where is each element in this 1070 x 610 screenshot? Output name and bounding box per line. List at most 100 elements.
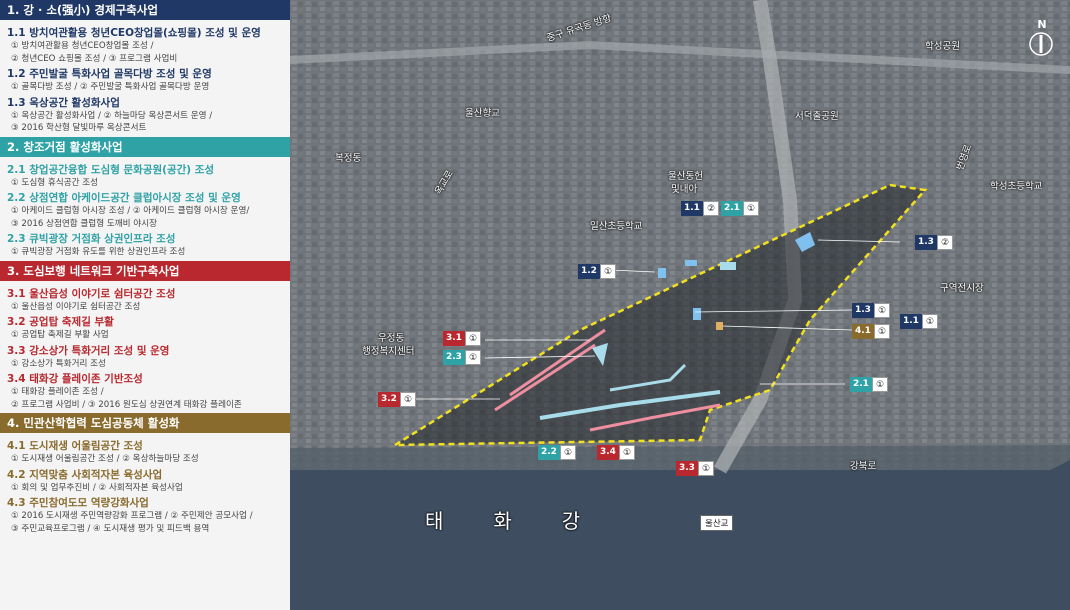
- tag-number: 1.1: [900, 314, 922, 329]
- item-title: 2.1 창업공간융합 도심형 문화공원(공간) 조성: [7, 163, 215, 176]
- item-detail: ① 도시재생 어울림공간 조성 / ② 옥상하늘마당 조성: [11, 454, 199, 464]
- compass-n: N: [1037, 18, 1047, 31]
- project-tag: 1.1 ②: [681, 201, 720, 216]
- item-detail: ① 태화강 플레이존 조성 /: [11, 387, 104, 397]
- section-body-1: 1.1 방치여관활용 청년CEO창업몰(쇼핑몰) 조성 및 운영 ① 방치여관활용…: [0, 20, 290, 137]
- ujeong-center-label: 행정복지센터: [362, 346, 415, 357]
- section-header-4: 4. 민관산학협력 도심공동체 활성화: [0, 413, 290, 433]
- marker-1-1-2: [685, 260, 697, 266]
- tag-number: 2.3: [443, 350, 465, 365]
- item-detail: ③ 2016 학산형 달빛마루 옥상콘서트: [11, 123, 147, 133]
- bridge-label: 울산교: [700, 515, 734, 531]
- tag-sub: ①: [921, 314, 939, 329]
- project-tag: 1.3 ②: [915, 235, 954, 250]
- tag-sub: ①: [399, 392, 417, 407]
- tag-number: 2.1: [721, 201, 743, 216]
- tag-number: 4.1: [852, 324, 874, 339]
- legend-panel: 1. 강 · 소(强小) 경제구축사업 1.1 방치여관활용 청년CEO창업몰(쇼…: [0, 0, 290, 610]
- item-title: 1.3 옥상공간 활성화사업: [7, 96, 120, 109]
- tag-sub: ②: [702, 201, 720, 216]
- tag-number: 3.1: [443, 331, 465, 346]
- item-detail: ① 공업탑 축제길 부활 사업: [11, 330, 109, 340]
- tag-number: 1.3: [915, 235, 937, 250]
- project-tag: 3.4 ①: [597, 445, 636, 460]
- tag-number: 2.1: [850, 377, 872, 392]
- tag-sub: ①: [873, 303, 891, 318]
- ilsan-school-label: 일산초등학교: [590, 221, 643, 232]
- tag-number: 3.4: [597, 445, 619, 460]
- item-title: 4.2 지역맞춤 사회적자본 육성사업: [7, 468, 163, 481]
- marker-1-2-1: [658, 268, 666, 278]
- item-title: 1.1 방치여관활용 청년CEO창업몰(쇼핑몰) 조성 및 운영: [7, 27, 261, 39]
- item-detail: ① 회의 및 업무추진비 / ② 사회적자본 육성사업: [11, 482, 183, 493]
- project-tag: 3.3 ①: [676, 461, 715, 476]
- item-title: 4.1 도시재생 어울림공간 조성: [7, 440, 143, 452]
- item-title: 1.2 주민발굴 특화사업 골목다방 조성 및 운영: [7, 68, 212, 80]
- item-title: 3.3 강소상가 특화거리 조성 및 운영: [7, 344, 170, 357]
- item-title: 3.4 태화강 플레이존 기반조성: [7, 373, 143, 385]
- marker-4-1-1: [716, 322, 723, 330]
- tag-number: 1.3: [852, 303, 874, 318]
- tag-sub: ②: [936, 235, 954, 250]
- project-tag: 2.3 ①: [443, 350, 482, 365]
- tag-sub: ①: [873, 324, 891, 339]
- item-detail: ① 큐빅광장 거점화 유도를 위한 상권인프라 조성: [11, 247, 186, 257]
- item-detail: ① 강소상가 특화거리 조성: [11, 358, 106, 369]
- item-detail: ① 아케이드 클럽형 아시장 조성 / ② 아케이드 클럽형 아시장 운영/: [11, 206, 250, 216]
- project-tag: 1.2 ①: [578, 264, 617, 279]
- tag-sub: ①: [871, 377, 889, 392]
- item-detail: ③ 2016 상점연합 클럽형 도깨비 야시장: [11, 218, 158, 229]
- project-tag: 2.1 ①: [721, 201, 760, 216]
- item-detail: ① 도심형 휴식공간 조성: [11, 177, 99, 188]
- tag-sub: ①: [464, 331, 482, 346]
- section-header-3: 3. 도심보행 네트워크 기반구축사업: [0, 260, 290, 281]
- aerial-map: 중구 유곡동 방향 학성공원 울산향교 서덕출공원 울산동헌 및내아 일산초등학…: [290, 0, 1070, 610]
- item-detail: ② 프로그램 사업비 / ③ 2016 원도심 상권연계 태화강 플레이존: [11, 399, 242, 410]
- tag-sub: ①: [464, 350, 482, 365]
- ulsan-dongheon-label: 울산동헌: [668, 171, 703, 182]
- section-body-4: 4.1 도시재생 어울림공간 조성 ① 도시재생 어울림공간 조성 / ② 옥상하…: [0, 433, 290, 537]
- tag-number: 3.2: [378, 392, 400, 407]
- project-tag: 1.1 ①: [900, 314, 939, 329]
- tag-number: 1.2: [578, 264, 600, 279]
- compass: N: [1028, 18, 1056, 58]
- hakseong-park-label: 학성공원: [925, 41, 960, 52]
- section-body-3: 3.1 울산읍성 이야기로 쉼터공간 조성 ① 울산읍성 이야기로 쉼터공간 조성…: [0, 281, 290, 414]
- tag-sub: ①: [599, 264, 617, 279]
- project-tag: 3.1 ①: [443, 331, 482, 346]
- item-detail: ③ 주민교육프로그램 / ④ 도시재생 평가 및 피드백 용역: [11, 523, 210, 534]
- ujeong-label: 우정동: [378, 333, 405, 344]
- map-canvas: [290, 0, 1070, 610]
- item-detail: ① 옥상공간 활성화사업 / ② 하늘마당 옥상콘서트 운영 /: [11, 110, 213, 121]
- item-title: 2.3 큐빅광장 거점화 상권인프라 조성: [7, 233, 176, 245]
- section-body-2: 2.1 창업공간융합 도심형 문화공원(공간) 조성 ① 도심형 휴식공간 조성 2…: [0, 157, 290, 261]
- project-tag: 2.2 ①: [538, 445, 577, 460]
- compass-icon: [1029, 32, 1053, 56]
- gangbuk-ro-label: 강북로: [850, 461, 877, 472]
- tag-number: 3.3: [676, 461, 698, 476]
- project-tag: 3.2 ①: [378, 392, 417, 407]
- item-title: 3.1 울산읍성 이야기로 쉼터공간 조성: [7, 287, 176, 300]
- tag-sub: ①: [742, 201, 760, 216]
- item-detail: ① 방치여관활용 청년CEO창업몰 조성 /: [11, 41, 154, 51]
- hakseong-school-label: 학성초등학교: [990, 181, 1043, 192]
- taehwa-river: [290, 460, 1070, 610]
- bokjeong-label: 복정동: [335, 153, 362, 164]
- item-detail: ② 청년CEO 쇼핑몰 조성 / ③ 프로그램 사업비: [11, 53, 178, 64]
- item-detail: ① 울산읍성 이야기로 쉼터공간 조성: [11, 301, 141, 312]
- section-header-1: 1. 강 · 소(强小) 경제구축사업: [0, 0, 290, 20]
- project-tag: 1.3 ①: [852, 303, 891, 318]
- project-tag: 2.1 ①: [850, 377, 889, 392]
- item-detail: ① 골목다방 조성 / ② 주민발굴 특화사업 골목다방 운영: [11, 82, 210, 92]
- section-header-2: 2. 창조거점 활성화사업: [0, 136, 290, 157]
- ulsan-school-label: 울산향교: [465, 108, 500, 119]
- guyeok-market-label: 구역전시장: [940, 283, 984, 294]
- item-title: 3.2 공업탑 축제길 부활: [7, 316, 114, 328]
- tag-sub: ①: [618, 445, 636, 460]
- item-detail: ① 2016 도시재생 주민역량강화 프로그램 / ② 주민제안 공모사업 /: [11, 511, 253, 521]
- tag-number: 1.1: [681, 201, 703, 216]
- item-title: 4.3 주민참여도모 역량강화사업: [7, 497, 149, 509]
- seodeok-park-label: 서덕출공원: [795, 111, 839, 122]
- tag-number: 2.2: [538, 445, 560, 460]
- item-title: 2.2 상점연합 아케이드공간 클럽아시장 조성 및 운영: [7, 192, 241, 204]
